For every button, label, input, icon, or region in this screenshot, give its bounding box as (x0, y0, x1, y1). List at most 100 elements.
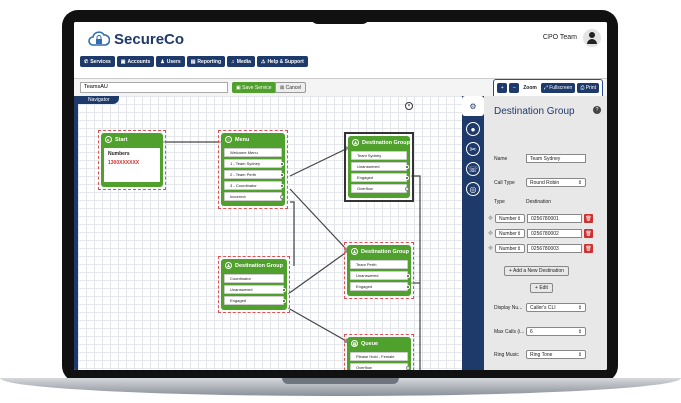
select-arrows-icon: ⇕ (577, 179, 582, 186)
output-port[interactable] (406, 285, 410, 289)
queue-node[interactable]: ▤ Queue Please Hold - Female Overflow (344, 334, 414, 370)
output-port[interactable] (280, 184, 284, 188)
flow-canvas[interactable]: Navigator ▸ Start Numbers 1300XXXXXX ≡ M… (74, 96, 462, 370)
node-row[interactable]: Engaged (224, 296, 286, 305)
help-circle-icon[interactable]: ? (593, 106, 601, 114)
node-row[interactable]: Overflow (351, 184, 409, 193)
edit-label: Edit (539, 285, 548, 291)
brand-logo[interactable]: SecureCo (88, 30, 184, 48)
users-icon: ♟ (160, 58, 165, 65)
nav-users[interactable]: ♟ Users (156, 56, 185, 67)
node-row[interactable]: Please Hold - Female (350, 352, 408, 361)
node-row[interactable]: Unanswered (351, 162, 409, 171)
output-port[interactable] (405, 187, 409, 191)
edit-button[interactable]: + Edit (530, 283, 553, 293)
node-row[interactable]: Incorrect (224, 192, 284, 201)
node-row[interactable]: Team Sydney (351, 151, 407, 160)
destination-group-sydney-node[interactable]: ♟ Destination Group Team Sydney Unanswere… (344, 132, 414, 202)
user-avatar-icon[interactable] (583, 29, 601, 47)
node-row[interactable]: Unanswered (224, 285, 286, 294)
nav-services[interactable]: ✆ Services (80, 56, 115, 67)
save-service-button[interactable]: ▣ Save Service (232, 82, 276, 93)
row-label: Unanswered (357, 164, 380, 169)
row-label: Unanswered (230, 287, 253, 292)
node-row[interactable]: 1 - Team Sydney (224, 159, 284, 168)
service-name-input[interactable]: TeamsAU (80, 82, 228, 93)
output-port[interactable] (280, 162, 284, 166)
zoom-label: Zoom (523, 85, 537, 91)
cancel-label: Cancel (285, 84, 302, 91)
drag-handle-icon[interactable]: ✥ (488, 215, 493, 222)
output-port[interactable] (280, 195, 284, 199)
nav-reporting[interactable]: ▤ Reporting (186, 56, 226, 67)
destination-group-coordinator-node[interactable]: ♟ Destination Group Coordinator Unanswere… (218, 256, 290, 313)
destination-group-perth-node[interactable]: ♟ Destination Group Team Perth Unanswered… (344, 242, 414, 299)
destination-type-select[interactable]: Number ⇕ (495, 229, 526, 238)
add-destination-button[interactable]: + Add a New Destination (504, 266, 569, 276)
print-button[interactable]: ⎙ Print (577, 83, 599, 93)
node-row[interactable]: Team Perth (350, 260, 408, 269)
nav-label: Reporting (197, 58, 222, 65)
node-row[interactable]: Welcome Menu (224, 148, 282, 157)
start-node[interactable]: ▸ Start Numbers 1300XXXXXX (98, 130, 166, 190)
drag-handle-icon[interactable]: ✥ (488, 230, 493, 237)
call-type-select[interactable]: Round Robin ⇕ (526, 178, 586, 187)
target-icon[interactable]: ◎ (466, 182, 480, 196)
divert-icon[interactable]: ✂ (466, 142, 480, 156)
cloud-lock-icon (88, 31, 110, 46)
zoom-out-button[interactable]: – (509, 83, 520, 93)
wire-menu-coord (290, 201, 295, 266)
cancel-button[interactable]: ⊠ Cancel (275, 82, 307, 93)
nav-accounts[interactable]: ▣ Accounts (116, 56, 155, 67)
destination-type-select[interactable]: Number ⇕ (495, 244, 526, 253)
node-title-text: Destination Group (361, 248, 409, 255)
max-calls-select[interactable]: 6 ⇕ (526, 327, 586, 336)
call-type-label: Call Type (494, 179, 515, 186)
output-port[interactable] (406, 366, 410, 370)
node-body: ▤ Queue Please Hold - Female Overflow (347, 337, 411, 370)
node-row[interactable]: Coordinator (224, 274, 284, 283)
nav-help[interactable]: ⚠ Help & Support (256, 56, 308, 67)
settings-gears-icon[interactable]: ⚙ (462, 96, 484, 116)
node-row[interactable]: 2 - Team Perth (224, 170, 284, 179)
drag-handle-icon[interactable]: ✥ (488, 245, 493, 252)
destination-number-field[interactable]: 0256780001 (527, 214, 583, 223)
output-port[interactable] (282, 299, 286, 303)
trash-icon[interactable]: 🗑 (584, 244, 594, 253)
fullscreen-button[interactable]: ⤢ Fullscreen (540, 83, 576, 93)
main-nav: ✆ Services ▣ Accounts ♟ Users ▤ Reporting ♫ M… (80, 56, 308, 67)
laptop-lip (282, 378, 399, 384)
node-row[interactable]: Unanswered (350, 271, 410, 280)
node-title-text: Queue (361, 340, 379, 347)
node-row[interactable]: Engaged (350, 282, 410, 291)
output-port[interactable] (405, 165, 409, 169)
wire-coord-queue (287, 307, 349, 343)
output-port[interactable] (280, 173, 284, 177)
node-row[interactable]: Overflow (350, 363, 410, 370)
destination-number-field[interactable]: 0256780002 (527, 229, 583, 238)
nav-media[interactable]: ♫ Media (227, 56, 255, 67)
destination-number-field[interactable]: 0256780003 (527, 244, 583, 253)
menu-icon: ≡ (225, 136, 232, 143)
editor-toolbar: TeamsAU ▣ Save Service ⊠ Cancel + – Zoom… (74, 78, 607, 97)
team-label[interactable]: CPO Team (543, 34, 577, 41)
record-icon[interactable]: ● (466, 122, 480, 136)
call-type-row: Call Type Round Robin ⇕ (494, 178, 586, 187)
ring-music-select[interactable]: Ring Tone ⇕ (526, 350, 586, 359)
node-row[interactable]: 3 - Coordinator (224, 181, 284, 190)
destination-type-select[interactable]: Number ⇕ (495, 214, 526, 223)
trash-icon[interactable]: 🗑 (584, 229, 594, 238)
menu-node[interactable]: ≡ Menu Welcome Menu 1 - Team Sydney 2 - T… (218, 130, 288, 209)
output-port[interactable] (405, 176, 409, 180)
output-port[interactable] (282, 288, 286, 292)
node-row[interactable]: Engaged (351, 173, 409, 182)
zoom-in-button[interactable]: + (497, 83, 508, 93)
numbers-label: Numbers (108, 151, 130, 157)
output-port[interactable] (406, 274, 410, 278)
close-node-icon[interactable]: × (405, 102, 413, 110)
name-field[interactable]: Team Sydney (526, 154, 586, 163)
phone-transfer-icon[interactable]: ☏ (466, 162, 480, 176)
trash-icon[interactable]: 🗑 (584, 214, 594, 223)
display-number-select[interactable]: Caller's CLI ⇕ (526, 303, 586, 312)
call-type-value: Round Robin (530, 179, 560, 186)
